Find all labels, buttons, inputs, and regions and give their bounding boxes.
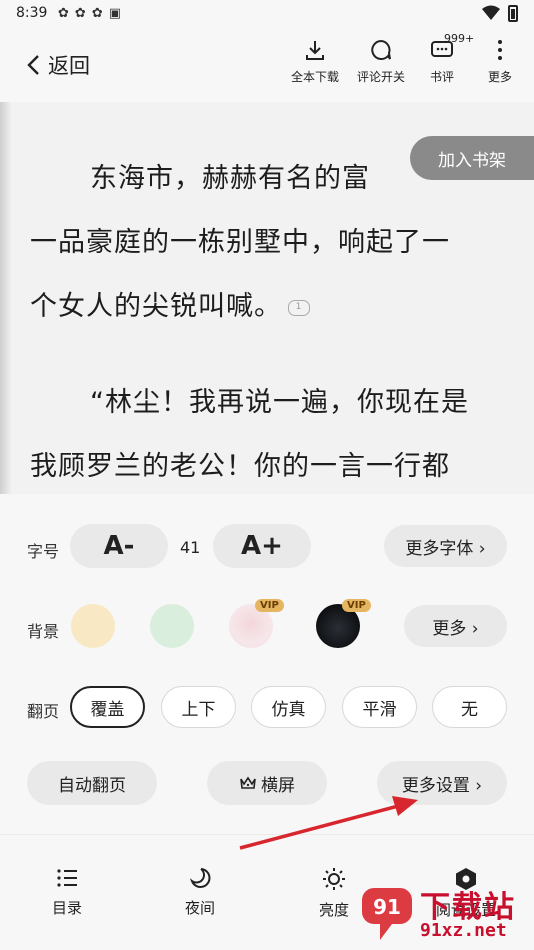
status-system-icons bbox=[482, 5, 518, 22]
top-actions: 全本下载 评论开关 999+ 书评 更多 bbox=[286, 32, 534, 85]
download-icon bbox=[306, 41, 324, 60]
wifi-icon bbox=[482, 5, 500, 20]
auto-page-button[interactable]: 自动翻页 bbox=[27, 761, 157, 805]
font-size-value: 41 bbox=[180, 538, 201, 557]
reader-line: 个女人的尖锐叫喊。 1 bbox=[30, 284, 310, 323]
more-label: 更多 bbox=[487, 70, 512, 84]
landscape-button[interactable]: 横屏 bbox=[207, 761, 327, 805]
background-swatch-green[interactable] bbox=[150, 604, 194, 648]
status-time: 8:39 bbox=[16, 5, 48, 21]
reader-line: “林尘！我再说一遍，你现在是 bbox=[90, 387, 469, 418]
more-settings-button[interactable]: 更多设置 › bbox=[377, 761, 507, 805]
add-to-shelf-button[interactable]: 加入书架 bbox=[410, 136, 534, 180]
font-size-label: 字号 bbox=[27, 542, 60, 561]
download-all-label: 全本下载 bbox=[290, 70, 339, 84]
nav-label: 夜间 bbox=[184, 899, 215, 917]
top-bar: 返回 全本下载 评论开关 999+ 书评 更多 bbox=[0, 28, 534, 102]
page-turn-none[interactable]: 无 bbox=[432, 686, 507, 728]
comment-toggle-button[interactable]: 评论开关 bbox=[350, 38, 412, 85]
watermark-url: 91xz.net bbox=[420, 920, 507, 941]
app-icon: ✿ bbox=[91, 6, 103, 21]
reader-line: 东海市，赫赫有名的富 bbox=[90, 163, 370, 194]
status-bar: 8:39 ✿ ✿ ✿ ▣ bbox=[0, 0, 534, 28]
reader-line-text: 个女人的尖锐叫喊。 bbox=[30, 291, 282, 322]
brightness-icon bbox=[323, 868, 345, 890]
back-label: 返回 bbox=[48, 54, 90, 78]
nav-label: 目录 bbox=[51, 899, 82, 917]
app-icon: ✿ bbox=[74, 6, 86, 21]
font-decrease-button[interactable]: A- bbox=[70, 524, 168, 568]
battery-icon bbox=[508, 5, 518, 22]
paragraph-comment-icon[interactable]: 1 bbox=[288, 299, 310, 316]
vip-badge: VIP bbox=[255, 599, 284, 612]
reading-settings-panel: 字号 A- 41 A+ 更多字体 › 背景 VIP VIP 更多 › 翻页 覆盖… bbox=[0, 494, 534, 834]
more-vertical-icon bbox=[498, 40, 502, 60]
page-edge-shadow bbox=[0, 102, 12, 494]
crown-icon bbox=[240, 776, 256, 789]
download-all-button[interactable]: 全本下载 bbox=[286, 38, 344, 85]
list-icon bbox=[57, 869, 77, 887]
a-icon: ▣ bbox=[108, 6, 122, 21]
page-turn-vertical[interactable]: 上下 bbox=[161, 686, 236, 728]
more-button[interactable]: 更多 bbox=[478, 38, 522, 85]
vip-badge: VIP bbox=[342, 599, 371, 612]
site-watermark: 91 下载站 91xz.net bbox=[360, 880, 530, 946]
review-count-badge: 999+ bbox=[444, 32, 475, 45]
svg-text:91: 91 bbox=[373, 895, 401, 919]
back-button[interactable]: 返回 bbox=[26, 50, 90, 80]
page-turn-smooth[interactable]: 平滑 bbox=[342, 686, 417, 728]
page-turn-label: 翻页 bbox=[27, 702, 60, 721]
nav-label: 亮度 bbox=[318, 901, 349, 919]
background-label: 背景 bbox=[27, 622, 60, 641]
reader-line: 我顾罗兰的老公！你的一言一行都 bbox=[30, 451, 450, 482]
reader-line: 一品豪庭的一栋别墅中，响起了一 bbox=[30, 227, 450, 258]
status-notification-icons: ✿ ✿ ✿ ▣ bbox=[58, 6, 121, 22]
moon-icon bbox=[189, 868, 211, 888]
page-turn-simulation[interactable]: 仿真 bbox=[251, 686, 326, 728]
app-icon: ✿ bbox=[58, 6, 69, 21]
chevron-left-icon bbox=[27, 55, 39, 75]
more-fonts-button[interactable]: 更多字体 › bbox=[384, 525, 507, 567]
background-swatch-cream[interactable] bbox=[71, 604, 115, 648]
book-review-button[interactable]: 999+ 书评 bbox=[416, 32, 474, 85]
watermark-logo: 91 bbox=[362, 888, 412, 940]
comment-toggle-icon bbox=[371, 40, 391, 60]
landscape-label: 横屏 bbox=[261, 775, 295, 796]
book-review-label: 书评 bbox=[429, 70, 454, 84]
nav-night-mode[interactable]: 夜间 bbox=[160, 867, 240, 918]
comment-toggle-label: 评论开关 bbox=[356, 70, 405, 84]
page-turn-cover[interactable]: 覆盖 bbox=[70, 686, 145, 728]
nav-table-of-contents[interactable]: 目录 bbox=[27, 867, 107, 918]
reader-content[interactable]: 东海市，赫赫有名的富 一品豪庭的一栋别墅中，响起了一 个女人的尖锐叫喊。 1 “林… bbox=[0, 102, 534, 494]
font-increase-button[interactable]: A+ bbox=[213, 524, 311, 568]
more-backgrounds-button[interactable]: 更多 › bbox=[404, 605, 507, 647]
